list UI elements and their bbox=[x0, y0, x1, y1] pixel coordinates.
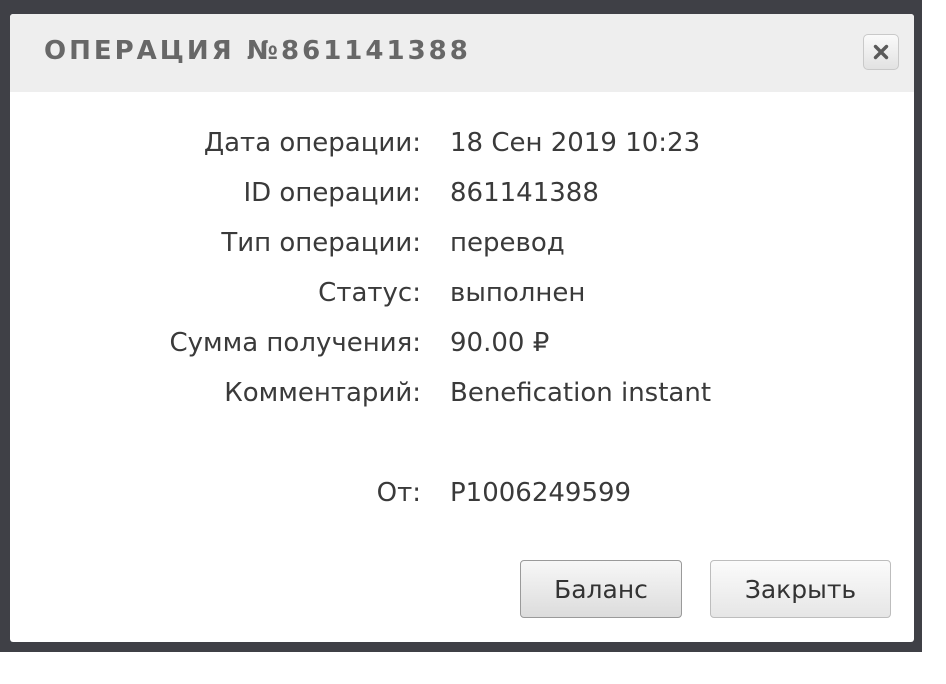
detail-row-amount: Сумма получения: 90.00 ₽ bbox=[10, 328, 914, 368]
operation-dialog: ОПЕРАЦИЯ №861141388 Дата операции: 18 Се… bbox=[10, 14, 914, 642]
amount-label: Сумма получения: bbox=[169, 328, 421, 358]
from-value: P1006249599 bbox=[450, 478, 632, 508]
status-label: Статус: bbox=[318, 278, 421, 308]
date-label: Дата операции: bbox=[203, 128, 421, 158]
comment-value: Benefication instant bbox=[450, 378, 712, 408]
type-value: перевод bbox=[450, 228, 565, 258]
detail-row-comment: Комментарий: Benefication instant bbox=[10, 378, 914, 418]
detail-row-type: Тип операции: перевод bbox=[10, 228, 914, 268]
balance-button[interactable]: Баланс bbox=[520, 560, 682, 618]
dialog-title: ОПЕРАЦИЯ №861141388 bbox=[44, 36, 471, 66]
detail-row-date: Дата операции: 18 Сен 2019 10:23 bbox=[10, 128, 914, 168]
from-label: От: bbox=[376, 478, 421, 508]
date-value: 18 Сен 2019 10:23 bbox=[450, 128, 701, 158]
close-dialog-button[interactable] bbox=[863, 34, 899, 70]
status-value: выполнен bbox=[450, 278, 586, 308]
dialog-header: ОПЕРАЦИЯ №861141388 bbox=[10, 14, 914, 92]
close-icon bbox=[873, 44, 889, 60]
amount-value: 90.00 ₽ bbox=[450, 328, 550, 358]
detail-row-status: Статус: выполнен bbox=[10, 278, 914, 318]
id-label: ID операции: bbox=[243, 178, 421, 208]
close-button[interactable]: Закрыть bbox=[710, 560, 891, 618]
type-label: Тип операции: bbox=[221, 228, 421, 258]
detail-row-from: От: P1006249599 bbox=[10, 478, 914, 518]
id-value: 861141388 bbox=[450, 178, 599, 208]
comment-label: Комментарий: bbox=[224, 378, 421, 408]
detail-row-id: ID операции: 861141388 bbox=[10, 178, 914, 218]
